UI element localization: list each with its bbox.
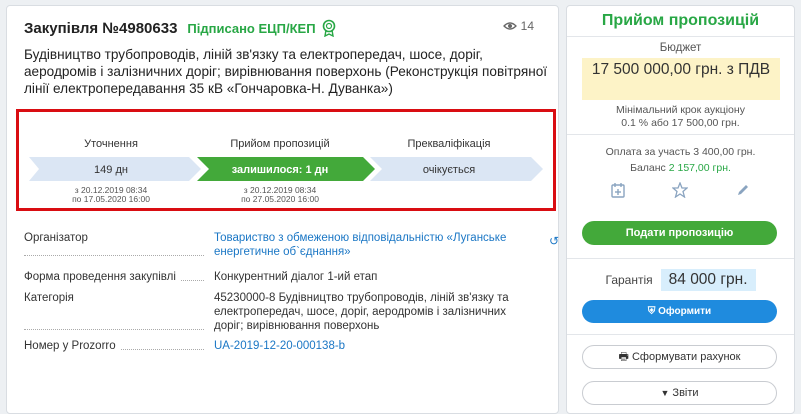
guarantee-row: Гарантія 84 000 грн. [567,269,794,291]
balance-value: 2 157,00 грн. [668,162,731,174]
stage-label-clarification: Уточнення [84,138,138,150]
procurement-form-value: Конкурентний діалог 1-ий етап [214,271,378,283]
divider [567,36,794,37]
tender-header: Закупівля №4980633 Підписано ЕЦП/КЕП [24,19,337,37]
action-icons [567,182,794,198]
prozorro-label: Номер у Prozorro [24,340,120,352]
generate-invoice-label: Сформувати рахунок [631,351,741,363]
balance: Баланс 2 157,00 грн. [567,160,794,176]
pencil-icon[interactable] [735,182,751,198]
prozorro-row: Номер у Prozorro UA-2019-12-20-000138-b [24,339,514,353]
signed-badge: Підписано ЕЦП/КЕП [187,20,316,36]
shield-icon: ⛨ [647,306,656,317]
tender-card: Закупівля №4980633 Підписано ЕЦП/КЕП 14 … [6,5,559,414]
budget-label: Бюджет [659,42,702,54]
payment-info: Оплата за участь 3 400,00 грн. Баланс 2 … [567,144,794,176]
procurement-form-row: Форма проведення закупівлі Конкурентний … [24,270,514,284]
balance-label: Баланс [630,162,666,174]
prozorro-link[interactable]: UA-2019-12-20-000138-b [214,339,514,353]
organizer-row: Організатор Товариство з обмеженою відпо… [24,231,514,259]
stage-label-proposals: Прийом пропозицій [230,138,330,150]
participation-fee: Оплата за участь 3 400,00 грн. [605,146,756,158]
timeline-highlight: Уточнення Прийом пропозицій Прекваліфіка… [16,109,556,211]
issue-guarantee-label: Оформити [658,306,712,317]
procurement-form-label: Форма проведення закупівлі [24,271,180,283]
submit-proposal-button[interactable]: Подати пропозицію [582,221,777,245]
reports-button[interactable]: ▼ Звіти [582,381,777,405]
history-icon[interactable]: ↺ [549,234,559,248]
stage-date-to: по 17.05.2020 16:00 [72,194,150,204]
divider [567,334,794,335]
stage-dates-clarification: з 20.12.2019 08:34 по 17.05.2020 16:00 [26,186,196,204]
invoice-icon: 🖶 [618,351,629,363]
min-step: Мінімальний крок аукціону 0.1 % або 17 5… [567,104,794,130]
min-step-value: 0.1 % або 17 500,00 грн. [621,117,740,129]
budget-value: 17 500 000,00 грн. з ПДВ [582,58,780,100]
category-value: 45230000-8 Будівництво трубопроводів, лі… [214,292,509,332]
stage-status-proposals: залишилося: 1 дн [231,164,329,176]
sidebar-panel: Прийом пропозицій Бюджет 17 500 000,00 г… [566,5,795,414]
calendar-add-icon[interactable] [610,182,626,198]
views-count: 14 [520,19,534,33]
issue-guarantee-button[interactable]: ⛨ Оформити [582,300,777,323]
stage-status-clarification: 149 дн [94,164,128,176]
guarantee-label: Гарантія [605,273,653,287]
stage-label-prequalification: Прекваліфікація [407,138,491,150]
organizer-label: Організатор [24,232,92,244]
views-counter: 14 [502,19,534,33]
stage-status-prequalification: очікується [422,164,476,176]
category-row: Категорія 45230000-8 Будівництво трубопр… [24,291,514,333]
category-label: Категорія [24,292,78,304]
caret-down-icon: ▼ [660,388,670,398]
stage-dates-proposals: з 20.12.2019 08:34 по 27.05.2020 16:00 [195,186,365,204]
eye-icon [502,22,517,30]
min-step-label: Мінімальний крок аукціону [616,104,745,116]
organizer-link[interactable]: Товариство з обмеженою відповідальністю … [214,231,514,259]
reports-label: Звіти [672,387,699,399]
tender-title: Закупівля №4980633 [24,19,178,37]
star-icon[interactable] [672,182,689,198]
stage-date-to: по 27.05.2020 16:00 [241,194,319,204]
divider [567,134,794,135]
divider [567,258,794,259]
certificate-icon [322,19,335,37]
tender-description: Будівництво трубопроводів, ліній зв'язку… [24,47,548,96]
generate-invoice-button[interactable]: 🖶 Сформувати рахунок [582,345,777,369]
guarantee-value: 84 000 грн. [660,269,756,291]
sidebar-status-title: Прийом пропозицій [601,12,760,29]
